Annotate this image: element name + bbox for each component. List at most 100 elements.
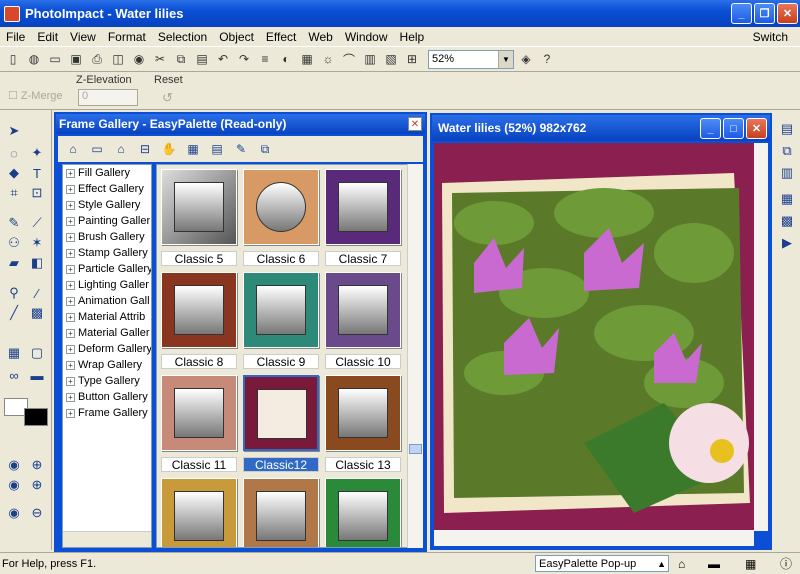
tree-item[interactable]: + Style Gallery (63, 197, 151, 213)
transform-tool-icon[interactable]: ⊡ (28, 184, 46, 202)
ruler-tool-icon[interactable]: ▬ (28, 366, 46, 384)
gallery-close-icon[interactable]: ✕ (408, 117, 422, 131)
tree-item[interactable]: + Deform Gallery (63, 341, 151, 357)
gallery-grid-icon[interactable]: ▦ (184, 140, 202, 158)
eyedropper-tool-icon[interactable]: ⁄ (28, 284, 46, 302)
zmerge-checkbox[interactable]: ☐ Z-Merge (8, 89, 62, 102)
link-tool-icon[interactable]: ∞ (5, 366, 23, 384)
mode4-icon[interactable]: ⊕ (28, 476, 46, 494)
ruler-icon[interactable]: ▬ (708, 557, 720, 571)
gallery-hand-icon[interactable]: ✋ (160, 140, 178, 158)
brush-tool-icon[interactable]: ⟋ (28, 214, 46, 232)
thumbs-vscrollbar[interactable] (407, 164, 423, 548)
frame-thumb[interactable] (325, 478, 401, 547)
info-icon[interactable]: ⓘ (780, 555, 792, 572)
view-icon[interactable]: ▧ (382, 50, 400, 68)
menu-format[interactable]: Format (102, 30, 152, 44)
frame-thumb-classic-7[interactable] (325, 169, 401, 245)
gallery-edit-icon[interactable]: ✎ (232, 140, 250, 158)
mode6-icon[interactable]: ⊖ (28, 504, 46, 522)
panel-icon[interactable]: ▩ (778, 212, 796, 230)
tree-item[interactable]: + Stamp Gallery (63, 245, 151, 261)
close-button[interactable]: ✕ (777, 3, 798, 24)
magic-wand-icon[interactable]: ✦ (28, 144, 46, 162)
menu-help[interactable]: Help (394, 30, 431, 44)
reset-icon[interactable]: ↺ (162, 90, 173, 106)
z-elevation-field[interactable]: 0 (78, 89, 138, 106)
copy-icon[interactable]: ⧉ (172, 50, 190, 68)
tree-item[interactable]: + Particle Gallery (63, 261, 151, 277)
panel-icon[interactable]: ▤ (778, 120, 796, 138)
minimize-button[interactable]: _ (731, 3, 752, 24)
paste-icon[interactable]: ▤ (193, 50, 211, 68)
panel-icon[interactable]: ▦ (778, 190, 796, 208)
menu-file[interactable]: File (0, 30, 31, 44)
palette-icon[interactable]: ▦ (745, 557, 756, 571)
tree-item[interactable]: + Effect Gallery (63, 181, 151, 197)
tree-item[interactable]: + Fill Gallery (63, 165, 151, 181)
frame-thumb[interactable] (243, 478, 319, 547)
crop-tool-icon[interactable]: ⌗ (5, 184, 23, 202)
frame-thumb-classic-10[interactable] (325, 272, 401, 348)
layers-icon[interactable]: ≡ (256, 50, 274, 68)
tree-item[interactable]: + Lighting Galler (63, 277, 151, 293)
image-minimize-button[interactable]: _ (700, 118, 721, 139)
gallery-home-icon[interactable]: ⌂ (64, 140, 82, 158)
frame-thumb[interactable] (161, 478, 237, 547)
new-web-icon[interactable]: ◍ (25, 50, 43, 68)
retouch-tool-icon[interactable]: ✶ (28, 234, 46, 252)
mode-icon[interactable]: ◉ (5, 456, 23, 474)
zoom-tool-icon[interactable]: ⚲ (5, 284, 23, 302)
tree-item[interactable]: + Animation Gall (63, 293, 151, 309)
mode5-icon[interactable]: ◉ (5, 504, 23, 522)
image-canvas[interactable] (434, 143, 754, 531)
tree-item[interactable]: + Type Gallery (63, 373, 151, 389)
panel-icon[interactable]: ⧉ (778, 142, 796, 160)
chevron-down-icon[interactable]: ▼ (498, 50, 513, 68)
paint-tool-icon[interactable]: ✎ (5, 214, 23, 232)
zoom-select[interactable]: 52% ▼ (428, 49, 514, 69)
gallery-menu-icon[interactable]: ▭ (88, 140, 106, 158)
pick-tool-icon[interactable]: ➤ (5, 122, 23, 140)
new-icon[interactable]: ▯ (4, 50, 22, 68)
cut-icon[interactable]: ✂ (151, 50, 169, 68)
open-icon[interactable]: ▭ (46, 50, 64, 68)
save-icon[interactable]: ▣ (67, 50, 85, 68)
frame-thumb-classic-11[interactable] (161, 375, 237, 451)
menu-web[interactable]: Web (302, 30, 338, 44)
eraser-tool-icon[interactable]: ▰ (5, 254, 23, 272)
frame-thumb-classic-8[interactable] (161, 272, 237, 348)
image-close-button[interactable]: ✕ (746, 118, 767, 139)
gallery-tree-icon[interactable]: ⊟ (136, 140, 154, 158)
gallery-copy-icon[interactable]: ⧉ (256, 140, 274, 158)
tree-hscrollbar[interactable] (63, 531, 151, 547)
gallery-view-icon[interactable]: ▤ (208, 140, 226, 158)
print-icon[interactable]: ⎙ (88, 50, 106, 68)
grid-tool-icon[interactable]: ▦ (5, 344, 23, 362)
tree-item[interactable]: + Button Gallery (63, 389, 151, 405)
tree-item[interactable]: + Painting Galler (63, 213, 151, 229)
clone-tool-icon[interactable]: ⚇ (5, 234, 23, 252)
doc-icon[interactable]: ▦ (298, 50, 316, 68)
library-icon[interactable]: ⌂ (678, 557, 685, 571)
fill-tool-icon[interactable]: ◧ (28, 254, 46, 272)
tree-item[interactable]: + Material Attrib (63, 309, 151, 325)
mode3-icon[interactable]: ◉ (5, 476, 23, 494)
image-hscrollbar[interactable] (434, 530, 754, 546)
image-maximize-button[interactable]: □ (723, 118, 744, 139)
gallery-library-icon[interactable]: ⌂ (112, 140, 130, 158)
help-pointer-icon[interactable]: ? (538, 50, 556, 68)
path-tool-icon[interactable]: ◆ (5, 164, 23, 182)
easypalette-popup-select[interactable]: EasyPalette Pop-up ▲ (535, 555, 669, 572)
shape-tool-icon[interactable]: ▢ (28, 344, 46, 362)
panel-icon[interactable]: ▶ (778, 234, 796, 252)
mode2-icon[interactable]: ⊕ (28, 456, 46, 474)
tree-item[interactable]: + Wrap Gallery (63, 357, 151, 373)
lasso-tool-icon[interactable]: ◌ (5, 144, 23, 162)
frame-thumb-classic-6[interactable] (243, 169, 319, 245)
browser-icon[interactable]: ◉ (130, 50, 148, 68)
tree-item[interactable]: + Brush Gallery (63, 229, 151, 245)
redo-icon[interactable]: ↷ (235, 50, 253, 68)
image-vscrollbar[interactable] (754, 143, 768, 531)
panel-icon[interactable]: ▥ (778, 164, 796, 182)
